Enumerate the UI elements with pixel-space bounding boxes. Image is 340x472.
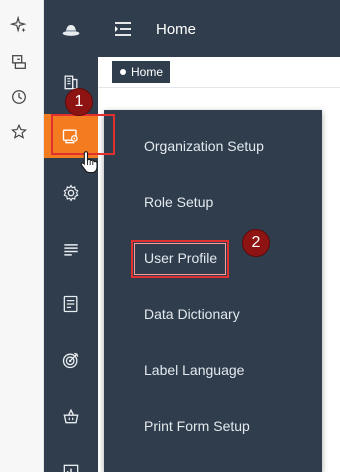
form-icon[interactable] xyxy=(44,282,98,326)
basket-icon[interactable] xyxy=(44,394,98,438)
breadcrumb-bar: Home xyxy=(98,57,340,88)
step1-badge: 1 xyxy=(65,88,93,116)
menu-item-role-setup[interactable]: Role Setup xyxy=(144,194,213,210)
dot-icon xyxy=(120,69,126,75)
logo-icon[interactable] xyxy=(44,8,98,52)
menu-item-organization-setup[interactable]: Organization Setup xyxy=(144,138,264,154)
chart-icon[interactable] xyxy=(44,450,98,472)
menu-toggle-icon[interactable] xyxy=(114,21,132,37)
gear-icon[interactable] xyxy=(44,171,98,215)
step1-highlight-box xyxy=(51,114,115,155)
sparkle-icon[interactable] xyxy=(8,14,30,36)
step1-number: 1 xyxy=(74,93,84,110)
top-header: Home xyxy=(98,0,340,57)
menu-item-print-form-setup[interactable]: Print Form Setup xyxy=(144,418,250,434)
breadcrumb-label: Home xyxy=(131,65,164,79)
step2-badge: 2 xyxy=(242,229,270,257)
menu-item-label-language[interactable]: Label Language xyxy=(144,362,244,378)
browser-side-strip xyxy=(0,0,44,472)
app-sidebar xyxy=(44,0,98,472)
tab-export-icon[interactable] xyxy=(8,51,30,73)
favorites-icon[interactable] xyxy=(8,121,30,143)
breadcrumb-home-tab[interactable]: Home xyxy=(112,61,171,83)
hand-cursor-icon xyxy=(80,151,98,174)
step2-highlight-inner xyxy=(134,243,226,275)
app-screen: Home Home Organization Setup Role Setup … xyxy=(0,0,340,472)
list-icon[interactable] xyxy=(44,227,98,271)
step2-number: 2 xyxy=(251,234,261,251)
target-icon[interactable] xyxy=(44,338,98,382)
settings-flyout-menu: Organization Setup Role Setup User Profi… xyxy=(104,110,322,472)
page-title: Home xyxy=(156,21,197,38)
menu-item-data-dictionary[interactable]: Data Dictionary xyxy=(144,306,240,322)
history-icon[interactable] xyxy=(8,86,30,108)
